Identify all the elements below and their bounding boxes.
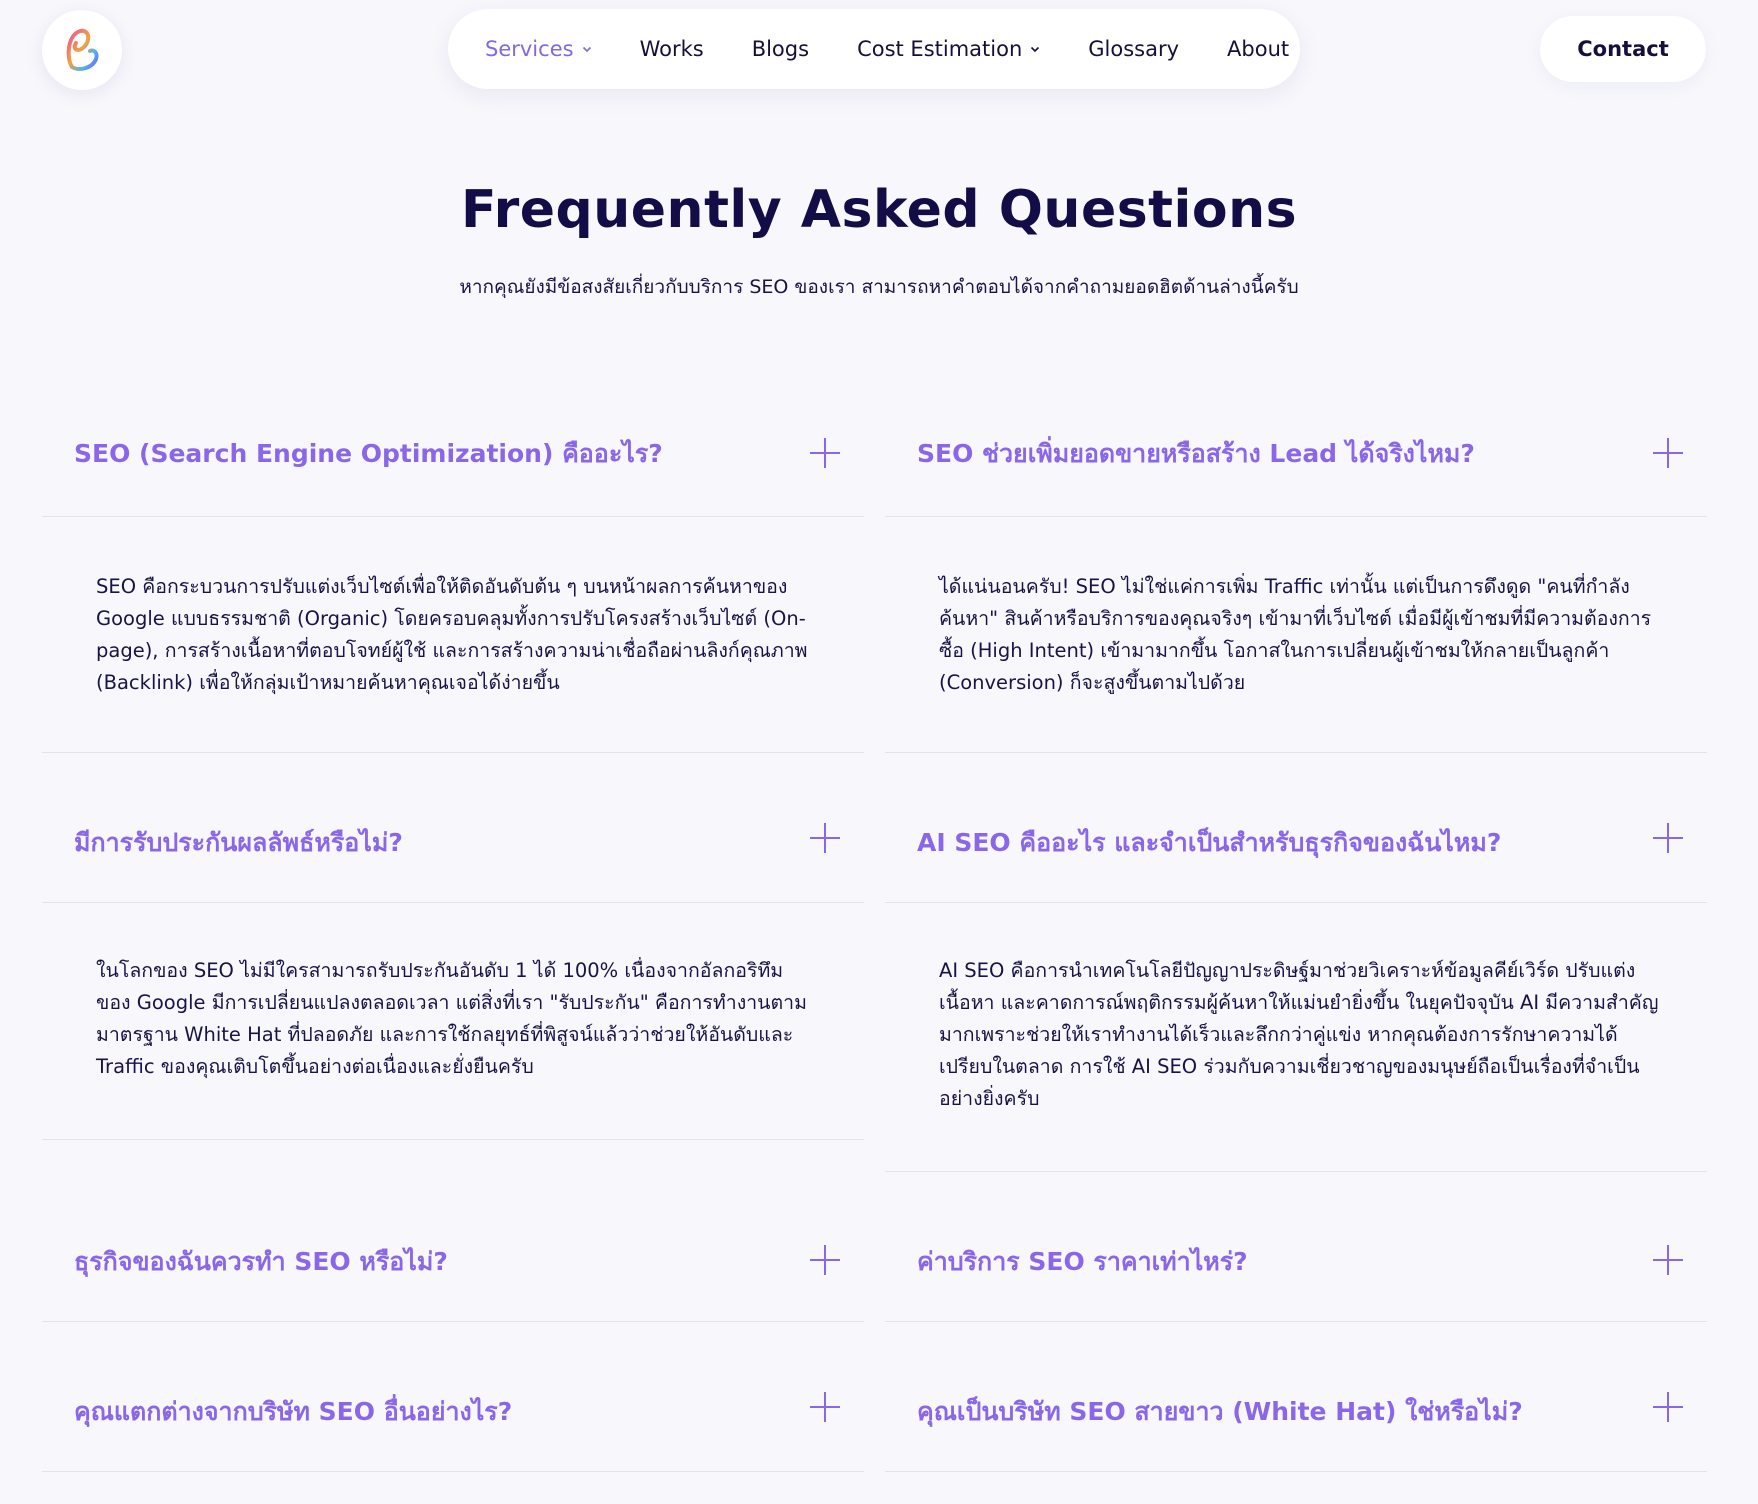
faq-question-text: AI SEO คืออะไร และจำเป็นสำหรับธุรกิจของฉ…	[917, 828, 1502, 857]
nav-item-works[interactable]: Works	[640, 37, 704, 61]
faq-question-text: มีการรับประกันผลลัพธ์หรือไม่?	[74, 828, 403, 857]
nav-item-blogs[interactable]: Blogs	[752, 37, 809, 61]
chevron-down-icon	[582, 46, 591, 53]
plus-icon[interactable]	[810, 1392, 840, 1422]
plus-icon[interactable]	[810, 438, 840, 468]
plus-icon[interactable]	[810, 823, 840, 853]
nav-item-services[interactable]: Services	[485, 37, 592, 61]
nav-item-label: Cost Estimation	[857, 37, 1023, 61]
faq-question[interactable]: SEO ช่วยเพิ่มยอดขายหรือสร้าง Lead ได้จริ…	[885, 370, 1707, 517]
faq-question-text: คุณเป็นบริษัท SEO สายขาว (White Hat) ใช่…	[917, 1397, 1523, 1426]
nav-item-label: Blogs	[751, 37, 810, 61]
faq-question-text: ค่าบริการ SEO ราคาเท่าไหร่?	[917, 1247, 1248, 1276]
faq-answer-text: SEO คือกระบวนการปรับแต่งเว็บไซต์เพื่อให้…	[96, 575, 808, 694]
faq-question[interactable]: AI SEO คืออะไร และจำเป็นสำหรับธุรกิจของฉ…	[885, 753, 1707, 903]
faq-question[interactable]: ธุรกิจของฉันควรทำ SEO หรือไม่?	[42, 1140, 864, 1322]
contact-button[interactable]: Contact	[1540, 16, 1706, 82]
page: Services Works Blogs Cost Estimation Glossar…	[0, 0, 1758, 1504]
plus-icon[interactable]	[1653, 1245, 1683, 1275]
nav-item-label: Services	[485, 37, 574, 61]
faq-answer-text: ในโลกของ SEO ไม่มีใครสามารถรับประกันอันด…	[96, 959, 807, 1078]
plus-icon[interactable]	[810, 1245, 840, 1275]
faq-answer: ได้แน่นอนครับ! SEO ไม่ใช่แค่การเพิ่ม Tra…	[885, 517, 1707, 753]
faq-question-text: คุณแตกต่างจากบริษัท SEO อื่นอย่างไร?	[74, 1397, 513, 1426]
nav-item-label: Glossary	[1088, 37, 1180, 61]
faq-question-text: SEO (Search Engine Optimization) คืออะไร…	[74, 439, 663, 468]
nav-item-about[interactable]: About	[1227, 37, 1289, 61]
nav-item-label: About	[1227, 37, 1290, 61]
faq-question-text: ธุรกิจของฉันควรทำ SEO หรือไม่?	[74, 1247, 448, 1276]
plus-icon[interactable]	[1653, 823, 1683, 853]
faq-title: Frequently Asked Questions	[460, 180, 1298, 240]
brand-logo-icon	[66, 28, 99, 71]
main-nav: Services Works Blogs Cost Estimation Glossar…	[448, 9, 1300, 89]
faq-question[interactable]: ค่าบริการ SEO ราคาเท่าไหร่?	[885, 1172, 1707, 1322]
faq-answer: SEO คือกระบวนการปรับแต่งเว็บไซต์เพื่อให้…	[42, 517, 864, 753]
faq-question[interactable]: คุณแตกต่างจากบริษัท SEO อื่นอย่างไร?	[42, 1322, 864, 1472]
faq-question-text: SEO ช่วยเพิ่มยอดขายหรือสร้าง Lead ได้จริ…	[917, 439, 1475, 468]
nav-item-label: Works	[639, 37, 704, 61]
plus-icon[interactable]	[1653, 438, 1683, 468]
faq-answer-text: AI SEO คือการนำเทคโนโลยีปัญญาประดิษฐ์มาช…	[939, 959, 1659, 1110]
faq-question[interactable]: คุณเป็นบริษัท SEO สายขาว (White Hat) ใช่…	[885, 1322, 1707, 1472]
faq-answer: ในโลกของ SEO ไม่มีใครสามารถรับประกันอันด…	[42, 903, 864, 1140]
nav-item-cost-estimation[interactable]: Cost Estimation	[857, 37, 1040, 61]
faq-subtitle: หากคุณยังมีข้อสงสัยเกี่ยวกับบริการ SEO ข…	[459, 276, 1299, 298]
plus-icon[interactable]	[1653, 1392, 1683, 1422]
faq-answer-text: ได้แน่นอนครับ! SEO ไม่ใช่แค่การเพิ่ม Tra…	[939, 575, 1652, 694]
brand-logo[interactable]	[42, 10, 122, 90]
faq-answer: AI SEO คือการนำเทคโนโลยีปัญญาประดิษฐ์มาช…	[885, 903, 1707, 1172]
faq-question[interactable]: SEO (Search Engine Optimization) คืออะไร…	[42, 370, 864, 517]
faq-question[interactable]: มีการรับประกันผลลัพธ์หรือไม่?	[42, 753, 864, 903]
nav-item-glossary[interactable]: Glossary	[1088, 37, 1179, 61]
chevron-down-icon	[1031, 46, 1040, 53]
